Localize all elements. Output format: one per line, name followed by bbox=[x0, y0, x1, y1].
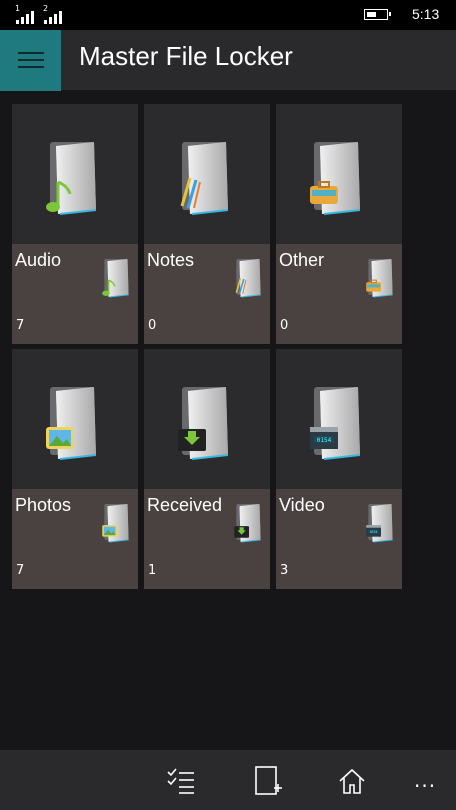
folder-tile-notes[interactable]: Notes 0 bbox=[144, 104, 270, 344]
folder-tile-info: Received 1 bbox=[144, 489, 270, 589]
folder-tile-info: Audio 7 bbox=[12, 244, 138, 344]
folder-name: Photos bbox=[15, 495, 72, 515]
signal-sim2-icon: 2 bbox=[42, 4, 66, 24]
folder-count: 7 bbox=[16, 563, 25, 578]
briefcase-folder-small-icon bbox=[366, 258, 396, 298]
select-list-icon[interactable] bbox=[166, 766, 196, 796]
download-folder-small-icon bbox=[234, 503, 264, 543]
picture-folder-icon bbox=[46, 385, 102, 461]
svg-text:0154: 0154 bbox=[317, 437, 332, 444]
header-bar: Master File Locker bbox=[0, 30, 456, 91]
page-title: Master File Locker bbox=[79, 41, 293, 71]
battery-icon bbox=[364, 9, 391, 20]
folder-count: 7 bbox=[16, 318, 25, 333]
folder-tile-video[interactable]: 0154 Video 0154 3 bbox=[276, 349, 402, 589]
folder-tile-info: Notes 0 bbox=[144, 244, 270, 344]
folder-tile-info: Photos 7 bbox=[12, 489, 138, 589]
folder-tile-top bbox=[276, 104, 402, 244]
folder-name: Received bbox=[147, 495, 223, 515]
music-note-folder-icon bbox=[46, 140, 102, 216]
folder-tile-top bbox=[144, 104, 270, 244]
status-bar: 1 2 5:13 bbox=[0, 0, 456, 30]
clapperboard-folder-small-icon: 0154 bbox=[366, 503, 396, 543]
download-folder-icon bbox=[178, 385, 234, 461]
folder-count: 0 bbox=[280, 318, 289, 333]
folder-name: Video bbox=[279, 495, 325, 515]
music-note-folder-small-icon bbox=[102, 258, 132, 298]
new-file-icon[interactable] bbox=[253, 766, 283, 796]
folder-tile-other[interactable]: Other 0 bbox=[276, 104, 402, 344]
signal-sim1-icon: 1 bbox=[14, 4, 38, 24]
home-icon[interactable] bbox=[337, 766, 367, 796]
folder-name: Notes bbox=[147, 250, 195, 270]
pencils-folder-small-icon bbox=[234, 258, 264, 298]
clapperboard-folder-icon: 0154 bbox=[310, 385, 366, 461]
folder-tile-top: 0154 bbox=[276, 349, 402, 489]
briefcase-folder-icon bbox=[310, 140, 366, 216]
clock: 5:13 bbox=[412, 6, 440, 22]
folder-tile-top bbox=[12, 104, 138, 244]
folder-tile-info: Video 0154 3 bbox=[276, 489, 402, 589]
folder-count: 3 bbox=[280, 563, 289, 578]
folder-tile-top bbox=[144, 349, 270, 489]
more-options-button[interactable]: ... bbox=[414, 768, 436, 792]
app-bar: ... bbox=[0, 750, 456, 810]
folder-count: 1 bbox=[148, 563, 157, 578]
folder-name: Other bbox=[279, 250, 325, 270]
svg-text:0154: 0154 bbox=[370, 530, 378, 534]
folder-tile-photos[interactable]: Photos 7 bbox=[12, 349, 138, 589]
folder-count: 0 bbox=[148, 318, 157, 333]
folder-tile-info: Other 0 bbox=[276, 244, 402, 344]
hamburger-menu-button[interactable] bbox=[0, 30, 61, 91]
folder-name: Audio bbox=[15, 250, 62, 270]
picture-folder-small-icon bbox=[102, 503, 132, 543]
pencils-folder-icon bbox=[178, 140, 234, 216]
folder-tile-received[interactable]: Received 1 bbox=[144, 349, 270, 589]
folder-tile-audio[interactable]: Audio 7 bbox=[12, 104, 138, 344]
folder-tile-top bbox=[12, 349, 138, 489]
